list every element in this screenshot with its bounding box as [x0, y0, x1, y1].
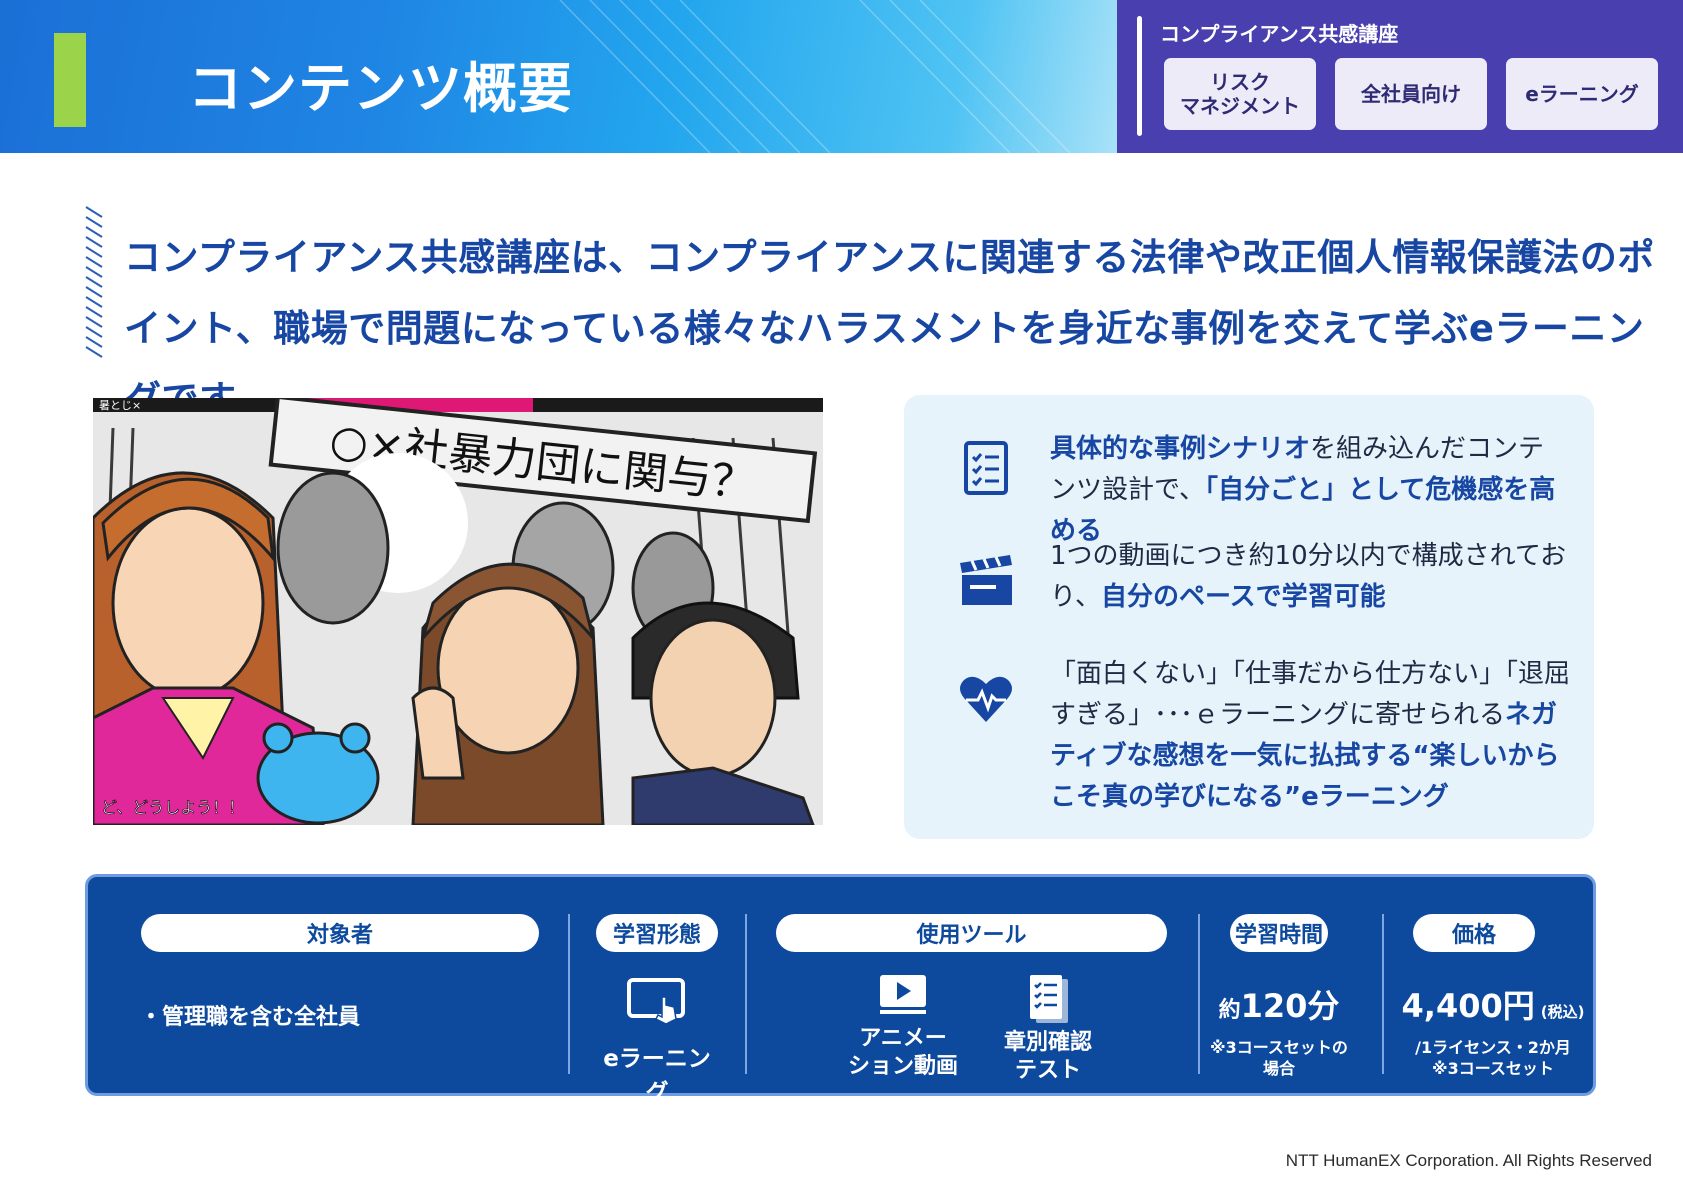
heartbeat-icon: [960, 676, 1012, 722]
copyright-footer: NTT HumanEX Corporation. All Rights Rese…: [1285, 1151, 1652, 1170]
divider: [745, 914, 747, 1074]
time-note: ※3コースセットの 場合: [1210, 1038, 1348, 1078]
price-value: 4,400円: [1401, 987, 1535, 1025]
tag-all-employees[interactable]: 全社員向け: [1335, 58, 1487, 130]
feature-2-part-2: 自分のペースで学習可能: [1100, 582, 1386, 612]
feature-panel: 具体的な事例シナリオを組み込んだコンテンツ設計で、「自分ごと」として危機感を高め…: [904, 395, 1594, 839]
tag-elearning[interactable]: eラーニング: [1506, 58, 1658, 130]
feature-self-paced: 1つの動画につき約10分以内で構成されており、自分のペースで学習可能: [1050, 536, 1570, 618]
divider: [1382, 914, 1384, 1074]
feature-enjoyable: 「面白くない」「仕事だから仕方ない」「退屈すぎる」･･･ｅラーニングに寄せられる…: [1050, 654, 1570, 818]
clapperboard-icon: [960, 555, 1012, 605]
divider: [568, 914, 570, 1074]
header: コンテンツ概要 コンプライアンス共感講座 リスク マネジメント 全社員向け eラ…: [0, 0, 1683, 153]
divider: [1198, 914, 1200, 1074]
tablet-touch-icon: [627, 978, 685, 1025]
time-value: 120分: [1240, 987, 1340, 1025]
time-value-wrap: 約120分: [1208, 981, 1350, 1027]
time-prefix: 約: [1218, 998, 1241, 1023]
test-sheet-icon: [1030, 975, 1068, 1023]
time-label: 学習時間: [1230, 914, 1328, 952]
title-accent-bar: [54, 33, 86, 127]
scenario-illustration: 暑とじ× ○×社暴力団に関与？ ど、どうしよう！！: [93, 398, 823, 825]
format-label: 学習形態: [596, 914, 718, 952]
feature-scenario: 具体的な事例シナリオを組み込んだコンテンツ設計で、「自分ごと」として危機感を高め…: [1050, 429, 1570, 552]
course-panel: コンプライアンス共感講座 リスク マネジメント 全社員向け eラーニング: [1117, 0, 1683, 153]
top-strip-text: 暑とじ×: [99, 399, 141, 412]
course-info-box: 対象者 ・管理職を含む全社員 学習形態 eラーニング 使用ツール アニメー ショ…: [85, 874, 1596, 1106]
checklist-icon: [964, 441, 1008, 495]
tools-label: 使用ツール: [776, 914, 1167, 952]
title-banner: コンテンツ概要: [0, 0, 1117, 153]
tool-animation-video: アニメー ション動画: [847, 1026, 958, 1079]
illustration-caption: ど、どうしよう！！: [101, 798, 244, 817]
feature-1-part-1: 具体的な事例シナリオ: [1050, 434, 1311, 464]
lead-decoration: [85, 206, 103, 358]
format-value: eラーニング: [603, 1046, 711, 1106]
price-note: /1ライセンス・2か月 ※3コースセット: [1415, 1038, 1571, 1078]
tag-risk-management[interactable]: リスク マネジメント: [1164, 58, 1316, 130]
course-divider: [1137, 16, 1142, 136]
feature-3-part-1: 「面白くない」「仕事だから仕方ない」「退屈すぎる」･･･ｅラーニングに寄せられる: [1050, 659, 1571, 730]
target-value: ・管理職を含む全社員: [140, 1005, 361, 1030]
target-label: 対象者: [141, 914, 539, 952]
page-title: コンテンツ概要: [188, 57, 573, 120]
tool-chapter-test: 章別確認 テスト: [1003, 1030, 1092, 1083]
price-tax: (税込): [1540, 1003, 1585, 1021]
price-label: 価格: [1413, 914, 1535, 952]
video-icon: [880, 975, 926, 1014]
price-value-wrap: 4,400円 (税込): [1393, 981, 1593, 1027]
course-name: コンプライアンス共感講座: [1160, 22, 1399, 46]
